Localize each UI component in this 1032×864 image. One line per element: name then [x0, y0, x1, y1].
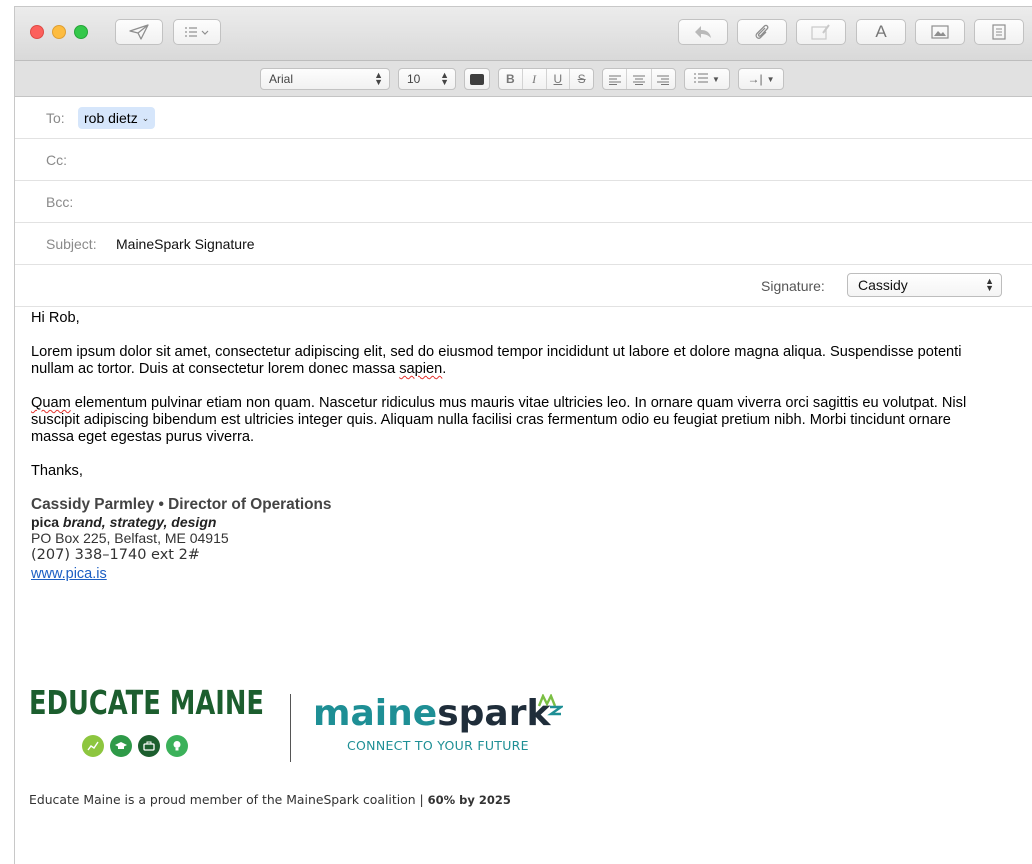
paragraph-2: Quam elementum pulvinar etiam non quam. …: [31, 395, 967, 445]
signature-name: Cassidy Parmley • Director of Operations: [31, 496, 332, 513]
signature-footer: Educate Maine is a proud member of the M…: [29, 792, 511, 807]
bcc-label: Bcc:: [46, 194, 74, 210]
signature-phone: (207) 338–1740 ext 2#: [31, 547, 200, 563]
educate-maine-wordmark: EDUCATE MAINE: [29, 683, 265, 722]
signature-select[interactable]: Cassidy ▲ ▼: [847, 273, 1002, 297]
minimize-button[interactable]: [52, 25, 66, 39]
send-icon: [129, 24, 149, 40]
annotate-icon: [811, 24, 831, 40]
font-size-select[interactable]: 10 ▲ ▼: [398, 68, 456, 90]
subject-label: Subject:: [46, 236, 97, 252]
list-style-button[interactable]: ▼: [684, 68, 730, 90]
misspelled-word[interactable]: Quam: [31, 395, 71, 411]
greeting: Hi Rob,: [31, 310, 80, 326]
cc-field[interactable]: Cc:: [15, 139, 1032, 181]
misspelled-word[interactable]: sapien: [399, 361, 442, 377]
underline-button[interactable]: U: [547, 69, 571, 89]
send-button[interactable]: [115, 19, 163, 45]
recipient-token[interactable]: rob dietz ⌄: [78, 107, 156, 129]
photo-browser-icon: [931, 25, 949, 39]
fonts-icon: A: [875, 22, 887, 41]
lightbulb-icon: [166, 735, 188, 757]
window-controls: [30, 25, 88, 39]
chart-icon: [82, 735, 104, 757]
logo-divider: [290, 694, 291, 762]
closing: Thanks,: [31, 463, 83, 479]
signature-address: PO Box 225, Belfast, ME 04915: [31, 530, 229, 546]
educate-maine-icons: [82, 735, 188, 757]
photo-browser-button[interactable]: [915, 19, 965, 45]
to-label: To:: [46, 110, 65, 126]
signature-label: Signature:: [761, 278, 825, 294]
text-color-button[interactable]: [464, 68, 490, 90]
to-field[interactable]: To: rob dietz ⌄: [15, 97, 1032, 139]
subject-field[interactable]: Subject: MaineSpark Signature: [15, 223, 1032, 265]
attach-icon: [754, 23, 770, 41]
format-bar-button[interactable]: [974, 19, 1024, 45]
mainespark-tagline: CONNECT TO YOUR FUTURE: [347, 738, 529, 753]
graduation-cap-icon: [110, 735, 132, 757]
align-left-icon[interactable]: [603, 69, 628, 89]
chevron-down-icon: ▼: [766, 74, 775, 84]
stepper-arrows-icon: ▲ ▼: [440, 70, 449, 87]
strikethrough-button[interactable]: S: [570, 69, 593, 89]
list-icon: [694, 72, 709, 86]
indent-button[interactable]: →| ▼: [738, 68, 784, 90]
chevron-down-icon: ▼: [712, 74, 720, 84]
message-body[interactable]: Hi Rob, Lorem ipsum dolor sit amet, cons…: [31, 310, 981, 583]
cc-label: Cc:: [46, 152, 67, 168]
signature-company: pica brand, strategy, design: [31, 514, 217, 530]
italic-button[interactable]: I: [523, 69, 547, 89]
attach-button[interactable]: [737, 19, 787, 45]
mainespark-wordmark: mainespark: [313, 693, 551, 734]
stepper-arrows-icon: ▲ ▼: [374, 70, 383, 87]
bold-button[interactable]: B: [499, 69, 523, 89]
indent-icon: →|: [747, 72, 763, 86]
format-bar: Arial ▲ ▼ 10 ▲ ▼ B I U S ▼ →| ▼: [15, 61, 1032, 97]
signature-website-link[interactable]: www.pica.is: [31, 565, 981, 583]
header-fields-icon: [184, 26, 210, 38]
stepper-arrows-icon: ▲ ▼: [985, 276, 994, 293]
chevron-down-icon: ⌄: [141, 112, 150, 123]
zoom-button[interactable]: [74, 25, 88, 39]
bcc-field[interactable]: Bcc:: [15, 181, 1032, 223]
subject-input[interactable]: MaineSpark Signature: [116, 236, 255, 252]
paragraph-1: Lorem ipsum dolor sit amet, consectetur …: [31, 344, 962, 377]
alignment-group: [602, 68, 676, 90]
align-right-icon[interactable]: [652, 69, 675, 89]
signature-row: Signature: Cassidy ▲ ▼: [15, 265, 1032, 307]
reply-button[interactable]: [678, 19, 728, 45]
align-center-icon[interactable]: [627, 69, 652, 89]
font-family-select[interactable]: Arial ▲ ▼: [260, 68, 390, 90]
color-swatch-icon: [470, 73, 484, 85]
educate-maine-logo: EDUCATE MAINE: [29, 683, 274, 757]
header-fields-button[interactable]: [173, 19, 221, 45]
annotate-button[interactable]: [796, 19, 846, 45]
spark-mark-icon: [537, 694, 563, 716]
format-icon: [992, 24, 1006, 40]
toolbar: A: [15, 7, 1032, 61]
text-style-group: B I U S: [498, 68, 594, 90]
close-button[interactable]: [30, 25, 44, 39]
mainespark-logo: mainespark CONNECT TO YOUR FUTURE: [313, 693, 583, 766]
briefcase-icon: [138, 735, 160, 757]
reply-icon: [694, 25, 712, 39]
fonts-button[interactable]: A: [856, 19, 906, 45]
